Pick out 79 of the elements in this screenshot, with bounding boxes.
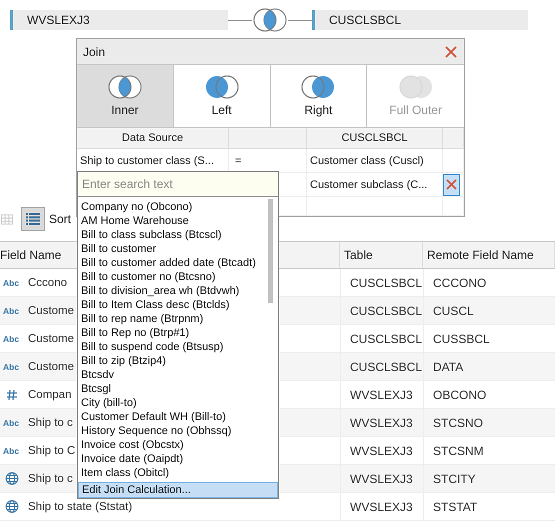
field-name: Ship to C: [28, 444, 76, 456]
table-cell: WVSLEXJ3: [350, 388, 413, 402]
column-header[interactable]: Remote Field Name: [423, 242, 555, 268]
dialog-title: Join: [83, 44, 106, 58]
remote-field-cell: DATA: [433, 360, 464, 374]
table-cell: CUSCLSBCL: [350, 276, 422, 290]
scrollbar-thumb[interactable]: [268, 199, 273, 303]
type-label: Abc: [3, 334, 20, 344]
field-name: Ship to c: [28, 472, 73, 484]
dropdown-item[interactable]: Btcsgl: [78, 382, 278, 396]
column-header: CUSCLSBCL: [307, 128, 443, 149]
field-name: Custome: [28, 304, 74, 316]
remote-field-cell: CUSCL: [433, 304, 474, 318]
dropdown-item[interactable]: Bill to Rep no (Btrp#1): [78, 326, 278, 340]
close-icon: [446, 179, 457, 190]
table-cell: CUSCLSBCL: [350, 304, 422, 318]
globe-icon: [3, 500, 21, 513]
dropdown-item[interactable]: Invoice cost (Obcstx): [78, 438, 278, 452]
table-cell: WVSLEXJ3: [350, 472, 413, 486]
dropdown-item[interactable]: Bill to zip (Btzip4): [78, 354, 278, 368]
remote-field-cell: CCCONO: [433, 276, 486, 290]
dropdown-item[interactable]: City (bill-to): [78, 396, 278, 410]
dropdown-item[interactable]: Invoice date (Oaipdt): [78, 452, 278, 466]
remote-field-cell: STSTAT: [433, 500, 478, 514]
dropdown-item[interactable]: Bill to division_area wh (Btdvwh): [78, 284, 278, 298]
grid-icon: [1, 214, 13, 224]
field-name: Custome: [28, 360, 74, 372]
dropdown-item[interactable]: Bill to customer: [78, 242, 278, 256]
globe-icon: [3, 472, 21, 485]
type-label: Abc: [3, 418, 20, 428]
venn-icon: [398, 75, 434, 99]
dropdown-item[interactable]: Item class (Obitcl): [78, 466, 278, 480]
delete-button[interactable]: [443, 174, 460, 196]
type-label: Abc: [3, 306, 20, 316]
search-field[interactable]: Enter search text: [78, 172, 278, 197]
type-label: Abc: [3, 446, 20, 456]
type-label: Abc: [3, 362, 20, 372]
column-header[interactable]: Table: [340, 242, 423, 268]
list-view-button[interactable]: [21, 207, 45, 231]
dropdown-item[interactable]: Btcsdv: [78, 368, 278, 382]
column-header: Data Source: [77, 128, 229, 149]
field-name: Compan: [28, 388, 72, 400]
table-cell: WVSLEXJ3: [350, 444, 413, 458]
field-name: Custome: [28, 332, 74, 344]
close-icon: [445, 46, 457, 58]
remote-field-cell: STCITY: [433, 472, 476, 486]
dropdown-item[interactable]: Customer Default WH (Bill-to): [78, 410, 278, 424]
venn-icon: [300, 75, 336, 99]
sort-label[interactable]: Sort: [49, 212, 72, 226]
dropdown-item[interactable]: Bill to suspend code (Btsusp): [78, 340, 278, 354]
list-icon: [26, 213, 40, 225]
dropdown-item[interactable]: Bill to customer added date (Btcadt): [78, 256, 278, 270]
table-cell: CUSCLSBCL: [350, 360, 422, 374]
dropdown-item[interactable]: Bill to customer no (Btcsno): [78, 270, 278, 284]
dropdown-item[interactable]: Company no (Obcono): [78, 200, 278, 214]
dropdown-item[interactable]: Bill to rep name (Btrpnm): [78, 312, 278, 326]
field-name: Ship to state (Ststat): [28, 500, 132, 512]
join-icon: [252, 8, 288, 32]
dropdown-item[interactable]: Bill to Item Class desc (Btclds): [78, 298, 278, 312]
remote-field-cell: CUSSBCL: [433, 332, 490, 346]
remote-field-cell: STCSNO: [433, 416, 484, 430]
join-type-button[interactable]: Inner: [77, 65, 174, 127]
dropdown-item[interactable]: History Sequence no (Obhssq): [78, 424, 278, 438]
remote-field-cell: OBCONO: [433, 388, 486, 402]
venn-icon: [204, 75, 240, 99]
type-label: Abc: [3, 278, 20, 288]
table-tile[interactable]: CUSCLSBCL: [312, 10, 528, 30]
edit-calculation-item[interactable]: Edit Join Calculation...: [78, 482, 278, 498]
dropdown-item[interactable]: Bill to class subclass (Btcscl): [78, 228, 278, 242]
remote-field-cell: STCSNM: [433, 444, 484, 458]
right-field[interactable]: Customer class (Cuscl): [307, 149, 443, 173]
table-cell: WVSLEXJ3: [350, 500, 413, 514]
table-cell: WVSLEXJ3: [350, 416, 413, 430]
field-name: Cccono: [28, 276, 67, 288]
venn-icon: [106, 75, 143, 99]
field-name: Ship to c: [28, 416, 73, 428]
dropdown-item[interactable]: AM Home Warehouse: [78, 214, 278, 228]
table-cell: CUSCLSBCL: [350, 332, 422, 346]
table-tile[interactable]: WVSLEXJ3: [10, 10, 228, 30]
